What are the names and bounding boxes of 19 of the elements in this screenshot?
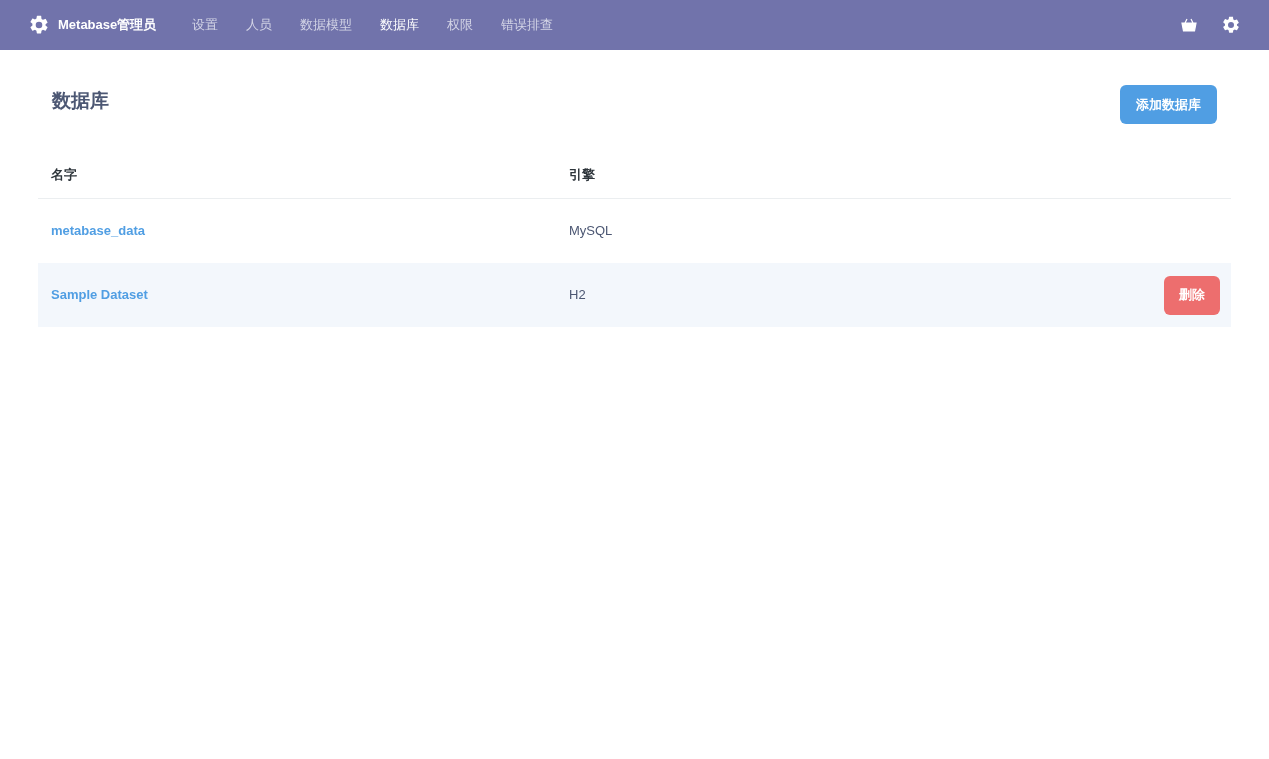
database-link[interactable]: Sample Dataset bbox=[51, 285, 148, 305]
settings-icon[interactable] bbox=[28, 14, 50, 36]
page-title: 数据库 bbox=[52, 89, 109, 113]
settings-icon[interactable] bbox=[1221, 15, 1241, 35]
basket-icon[interactable] bbox=[1181, 17, 1197, 33]
engine-text: H2 bbox=[569, 286, 586, 305]
nav-link[interactable]: 权限 bbox=[447, 15, 474, 35]
nav-link[interactable]: 设置 bbox=[192, 15, 219, 35]
column-header: 引擎 bbox=[569, 165, 596, 184]
nav-link[interactable]: 人员 bbox=[246, 15, 273, 35]
add-database-button[interactable]: 添加数据库 bbox=[1120, 85, 1217, 124]
engine-text: MySQL bbox=[569, 222, 613, 241]
nav-link[interactable]: 错误排查 bbox=[501, 15, 554, 35]
database-link[interactable]: metabase_data bbox=[51, 221, 145, 241]
column-header: 名字 bbox=[51, 165, 78, 184]
delete-button[interactable]: 删除 bbox=[1164, 275, 1220, 315]
nav-link[interactable]: 数据模型 bbox=[300, 15, 353, 35]
nav-link[interactable]: 数据库 bbox=[380, 15, 420, 35]
brand-title[interactable]: Metabase管理员 bbox=[58, 15, 157, 35]
